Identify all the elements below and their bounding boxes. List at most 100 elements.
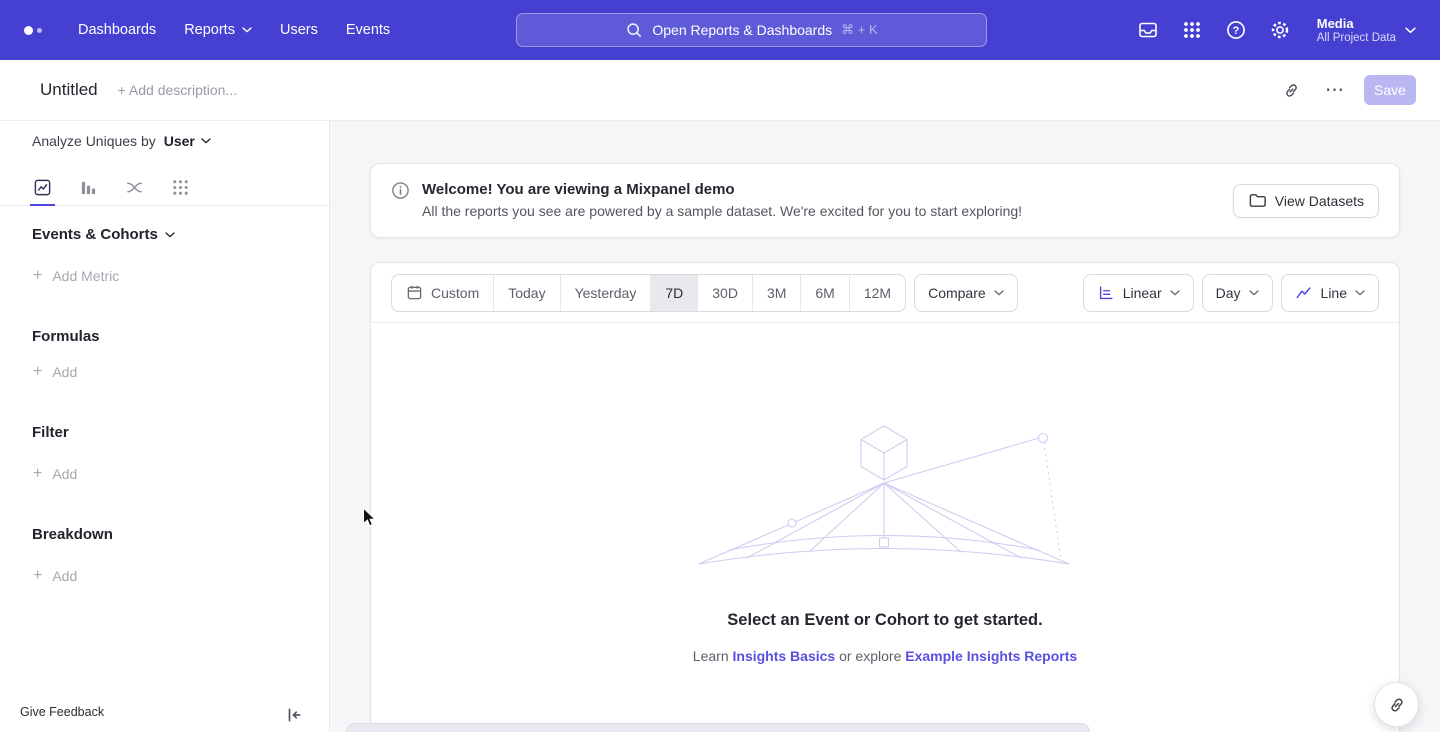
chevron-down-icon [165,232,175,238]
tab-flows[interactable] [125,169,144,205]
add-breakdown-button[interactable]: + Add [33,568,77,584]
project-scope: All Project Data [1317,31,1396,45]
nav-dashboards[interactable]: Dashboards [64,0,170,60]
project-name: Media [1317,16,1396,31]
more-options-button[interactable]: ⋯ [1320,75,1350,105]
logo-dot-small [37,28,42,33]
inbox-icon[interactable] [1137,19,1159,41]
insights-report-card: Custom Today Yesterday 7D 30D 3M 6M 12M … [370,262,1400,732]
banner-body: All the reports you see are powered by a… [422,203,1022,219]
give-feedback-link[interactable]: Give Feedback [20,705,104,719]
scale-dropdown[interactable]: Linear [1083,274,1194,312]
chart-display-controls: Linear Day Line [1083,274,1379,312]
formulas-header: Formulas [32,328,100,345]
report-header: Untitled + Add description... ⋯ Save [0,60,1440,121]
breakdown-header: Breakdown [32,526,113,543]
events-cohorts-header[interactable]: Events & Cohorts [32,226,175,243]
ellipsis-icon: ⋯ [1325,79,1345,102]
filter-header: Filter [32,424,69,441]
nav-events[interactable]: Events [332,0,404,60]
report-title[interactable]: Untitled [40,80,98,100]
example-reports-link[interactable]: Example Insights Reports [905,648,1077,664]
add-formula-button[interactable]: + Add [33,364,77,380]
add-metric-button[interactable]: + Add Metric [33,268,119,284]
compare-button[interactable]: Compare [914,274,1018,312]
nav-users[interactable]: Users [266,0,332,60]
calendar-icon [406,284,423,301]
plus-icon: + [33,268,42,284]
insights-basics-link[interactable]: Insights Basics [733,648,836,664]
chevron-down-icon [1355,290,1365,296]
empty-state-illustration [699,423,1071,575]
banner-text: Welcome! You are viewing a Mixpanel demo… [422,179,1022,219]
tab-funnels[interactable] [79,169,98,205]
breakdown-label: Breakdown [32,526,113,543]
chart-style-dropdown[interactable]: Line [1281,274,1379,312]
add-description[interactable]: + Add description... [118,82,237,98]
project-switcher[interactable]: Media All Project Data [1317,16,1416,45]
mixpanel-logo[interactable] [24,26,42,35]
range-6m[interactable]: 6M [800,275,848,311]
range-7d[interactable]: 7D [650,275,697,311]
tab-retention[interactable] [171,169,190,205]
view-datasets-button[interactable]: View Datasets [1233,184,1379,218]
range-30d[interactable]: 30D [697,275,752,311]
chevron-down-icon [1405,27,1416,34]
range-today[interactable]: Today [493,275,559,311]
analyze-label: Analyze Uniques by [32,133,156,149]
formulas-label: Formulas [32,328,100,345]
interval-dropdown[interactable]: Day [1202,274,1273,312]
insights-chart-icon [33,178,52,197]
tab-insights[interactable] [33,169,52,205]
top-nav: Dashboards Reports Users Events Open Rep… [0,0,1440,60]
global-search-input[interactable]: Open Reports & Dashboards ⌘ + K [516,13,987,47]
demo-welcome-banner: Welcome! You are viewing a Mixpanel demo… [370,163,1400,238]
analyze-value: User [164,133,195,149]
search-shortcut: ⌘ + K [841,22,878,38]
empty-state-links: Learn Insights Basics or explore Example… [371,648,1399,664]
date-range-segmented-control: Custom Today Yesterday 7D 30D 3M 6M 12M [391,274,906,312]
collapse-sidebar-icon[interactable] [285,706,303,724]
range-3m[interactable]: 3M [752,275,800,311]
chevron-down-icon [1249,290,1259,296]
copy-link-button[interactable] [1276,75,1306,105]
range-custom-label: Custom [431,285,479,301]
chart-style-label: Line [1321,285,1347,301]
range-custom[interactable]: Custom [392,275,493,311]
analyze-uniques-row: Analyze Uniques by User [32,133,211,149]
chart-toolbar: Custom Today Yesterday 7D 30D 3M 6M 12M … [371,263,1399,323]
chevron-down-icon [994,290,1004,296]
learn-prefix: Learn [693,648,729,664]
project-text: Media All Project Data [1317,16,1396,45]
save-button[interactable]: Save [1364,75,1416,105]
nav-right-cluster: ? Media All Project Data [1137,16,1416,45]
interval-label: Day [1216,285,1241,301]
linear-scale-icon [1097,284,1115,302]
add-filter-button[interactable]: + Add [33,466,77,482]
plus-icon: + [33,466,42,482]
metric-tab-strip [0,169,330,206]
compare-label: Compare [928,285,986,301]
settings-gear-icon[interactable] [1269,19,1291,41]
filter-label: Filter [32,424,69,441]
help-icon[interactable]: ? [1225,19,1247,41]
chevron-down-icon [1170,290,1180,296]
range-yesterday[interactable]: Yesterday [560,275,651,311]
nav-reports[interactable]: Reports [170,0,266,60]
banner-title: Welcome! You are viewing a Mixpanel demo [422,179,1022,201]
folder-icon [1248,191,1267,210]
chevron-down-icon [242,27,252,33]
bottom-sheet-edge [346,723,1090,732]
range-12m[interactable]: 12M [849,275,905,311]
apps-grid-icon[interactable] [1181,19,1203,41]
header-actions: ⋯ Save [1276,75,1416,105]
nav-reports-label: Reports [184,22,235,38]
plus-icon: + [33,568,42,584]
chevron-down-icon [201,138,211,144]
share-link-fab[interactable] [1374,682,1419,727]
search-placeholder: Open Reports & Dashboards [652,22,832,38]
add-metric-label: Add Metric [52,268,119,284]
query-sidebar: Analyze Uniques by User Events & Cohorts [0,121,330,732]
retention-dots-icon [171,178,190,197]
analyze-by-dropdown[interactable]: User [164,133,211,149]
